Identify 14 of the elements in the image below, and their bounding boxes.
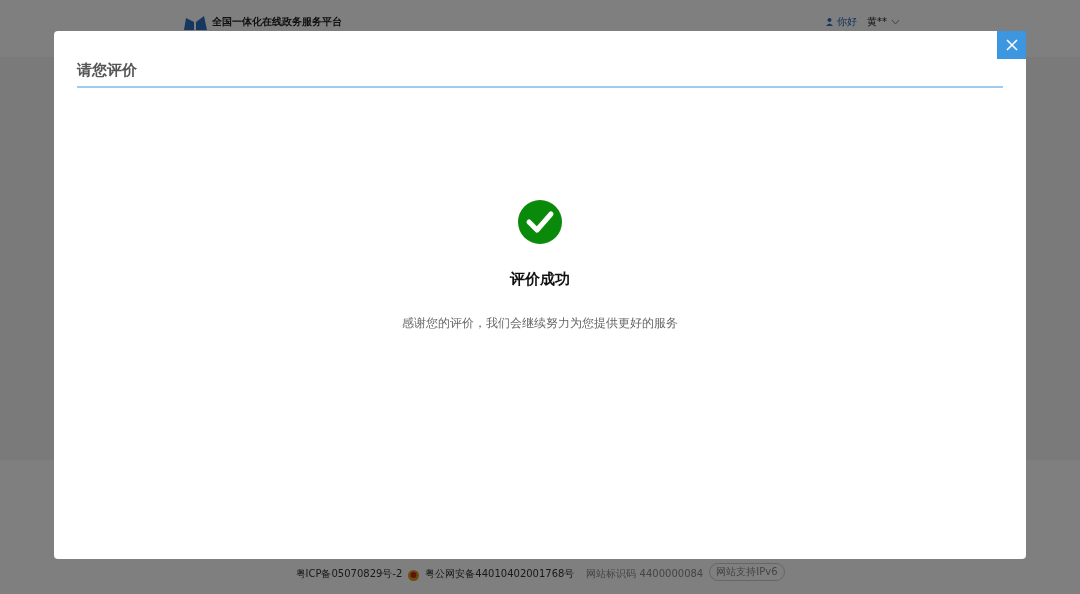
result-title: 评价成功 [510, 270, 570, 289]
user-name[interactable]: 黄** [867, 16, 887, 28]
logo-icon [182, 14, 208, 30]
success-check-icon [518, 200, 562, 244]
platform-subtitle: 全国一体化在线政务服务平台 [212, 15, 342, 29]
police-emblem-icon [408, 570, 420, 581]
close-icon [1005, 39, 1018, 51]
greeting: 你好 [837, 16, 857, 28]
icp-record[interactable]: 粤ICP备05070829号-2 [295, 567, 403, 581]
user-icon [826, 18, 833, 26]
caret-icon[interactable] [891, 19, 900, 25]
close-button[interactable] [997, 31, 1026, 59]
result-message: 感谢您的评价，我们会继续努力为您提供更好的服务 [402, 315, 678, 332]
police-record[interactable]: 粤公网安备44010402001768号 [425, 567, 575, 581]
